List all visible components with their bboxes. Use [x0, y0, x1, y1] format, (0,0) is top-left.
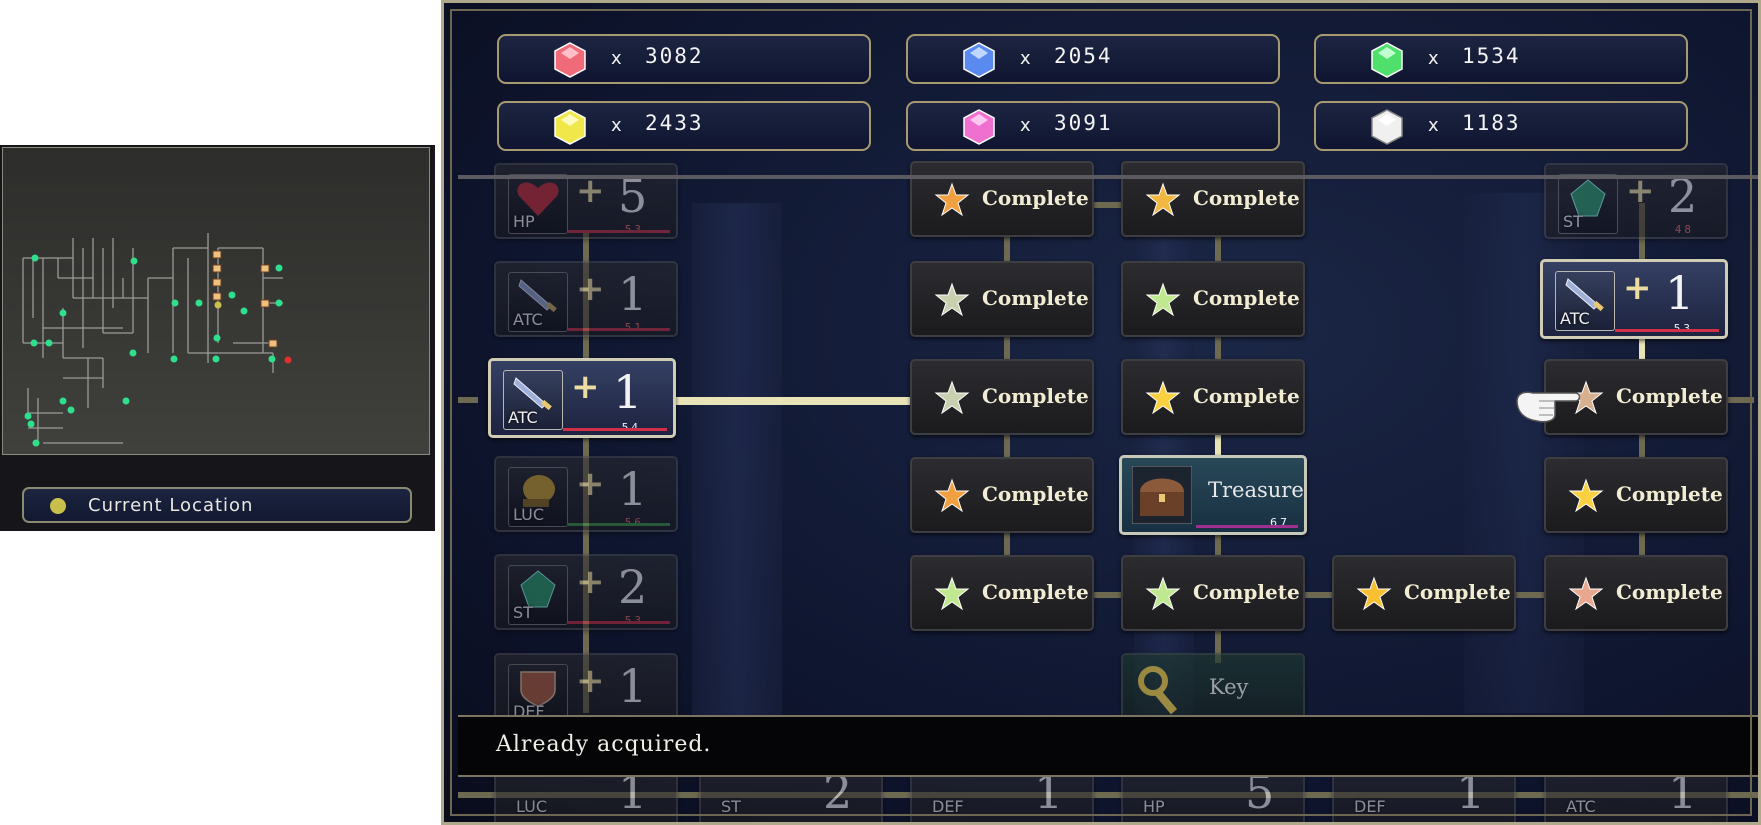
gem-count: 2433 [645, 111, 704, 135]
green-star-icon [1145, 576, 1181, 611]
minimap-panel: Current Location [0, 145, 435, 531]
stat-tile-st[interactable]: ST + 2 53 [494, 554, 678, 630]
white-gem-icon [1371, 109, 1403, 145]
gold-star-icon [1145, 380, 1181, 415]
complete-tile[interactable]: Complete [910, 457, 1094, 533]
orange-star-icon [934, 182, 970, 217]
current-location-dot [50, 498, 66, 514]
bronze-star-icon [1568, 576, 1604, 611]
gem-counter-red: x 3082 [497, 34, 871, 84]
gem-count: 3091 [1054, 111, 1113, 135]
current-location-marker [214, 301, 222, 309]
stat-tile-atc[interactable]: ATC + 1 51 [494, 261, 678, 337]
gem-counter-blue: x 2054 [906, 34, 1280, 84]
green-gem-icon [1371, 42, 1403, 78]
complete-tile[interactable]: Complete [910, 359, 1094, 435]
gem-count: 2054 [1054, 44, 1113, 68]
red-gem-icon [554, 42, 586, 78]
gem-count: 1183 [1462, 111, 1521, 135]
message-text: Already acquired. [496, 732, 712, 757]
orange-star-icon [934, 478, 970, 513]
complete-tile[interactable]: Complete [910, 161, 1094, 237]
gem-count: 1534 [1462, 44, 1521, 68]
complete-tile[interactable]: Complete [1121, 555, 1305, 631]
minimap-graph [22, 233, 292, 447]
blue-gem-icon [963, 42, 995, 78]
skill-board-panel: x 3082 x 2054 x 1534 x 2433 x 3091 x 118… [441, 0, 1761, 825]
gem-counter-white: x 1183 [1314, 101, 1688, 151]
gem-counter-pink: x 3091 [906, 101, 1280, 151]
stat-tile-atc-highlighted[interactable]: ATC + 1 53 [1540, 259, 1728, 339]
gold-star-icon [1568, 478, 1604, 513]
gold-star-icon [1356, 576, 1392, 611]
gold-star-icon [1145, 182, 1181, 217]
silver-star-icon [934, 380, 970, 415]
yellow-gem-icon [554, 109, 586, 145]
gem-count: 3082 [645, 44, 704, 68]
treasure-tile[interactable]: Treasure 67 [1119, 455, 1307, 535]
legend-label: Current Location [88, 495, 254, 516]
complete-tile[interactable]: Complete [1332, 555, 1516, 631]
message-bar: Already acquired. [458, 715, 1758, 777]
pink-gem-icon [963, 109, 995, 145]
complete-tile[interactable]: Complete [1121, 261, 1305, 337]
complete-tile[interactable]: Complete [910, 261, 1094, 337]
treasure-chest-icon [1132, 466, 1192, 524]
gem-bar-divider [458, 175, 1758, 179]
map-legend: Current Location [22, 487, 412, 523]
gem-counter-green: x 1534 [1314, 34, 1688, 84]
complete-tile[interactable]: Complete [1121, 161, 1305, 237]
complete-tile[interactable]: Complete [1544, 555, 1728, 631]
green-star-icon [1145, 282, 1181, 317]
gem-counter-yellow: x 2433 [497, 101, 871, 151]
pointer-hand-icon [1516, 391, 1581, 423]
silver-star-icon [934, 282, 970, 317]
key-icon [1138, 666, 1178, 715]
stat-tile-luc[interactable]: LUC + 1 56 [494, 456, 678, 532]
complete-tile[interactable]: Complete [910, 555, 1094, 631]
complete-tile[interactable]: Complete [1544, 457, 1728, 533]
green-star-icon [934, 576, 970, 611]
complete-tile-selected[interactable]: Complete [1121, 359, 1305, 435]
minimap-map[interactable] [2, 147, 430, 455]
stat-tile-atc-selected[interactable]: ATC + 1 54 [488, 358, 676, 438]
